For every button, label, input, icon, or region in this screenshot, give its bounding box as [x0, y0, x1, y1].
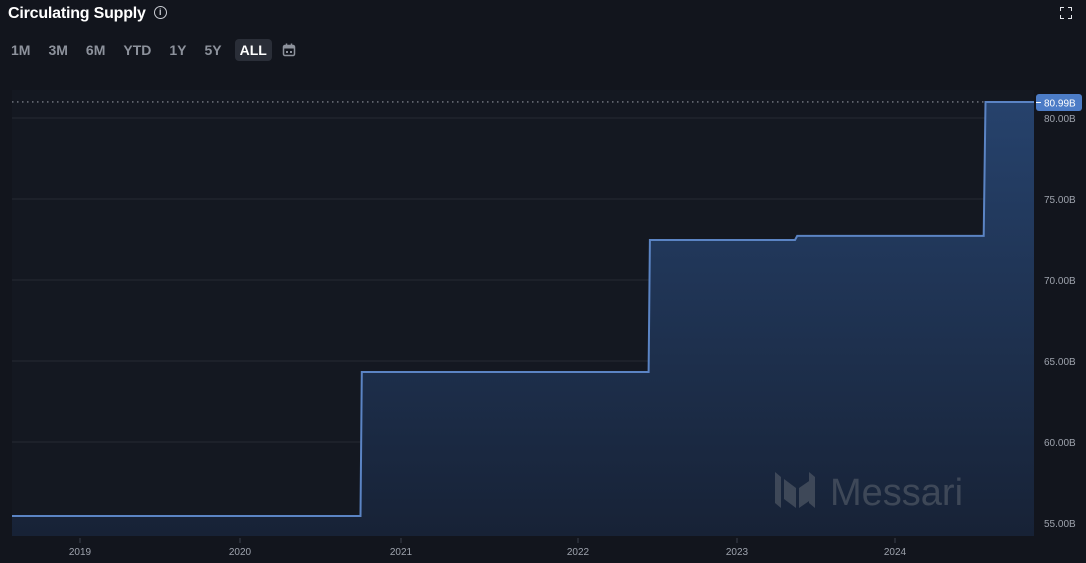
watermark-text: Messari	[830, 472, 963, 514]
x-tick-label: 2023	[726, 547, 749, 558]
y-tick-label: 55.00B	[1044, 519, 1076, 530]
y-tick-label: 60.00B	[1044, 438, 1076, 449]
y-tick-label: 65.00B	[1044, 357, 1076, 368]
x-tick-label: 2024	[884, 547, 907, 558]
last-value-label: 80.99B	[1044, 99, 1076, 110]
y-tick-label: 70.00B	[1044, 276, 1076, 287]
x-tick-label: 2019	[69, 547, 92, 558]
x-tick-label: 2020	[229, 547, 252, 558]
x-tick-label: 2021	[390, 547, 413, 558]
y-tick-label: 75.00B	[1044, 195, 1076, 206]
last-value-badge: 80.99B	[1036, 94, 1082, 111]
x-tick-label: 2022	[567, 547, 590, 558]
supply-chart[interactable]: Messari 55.00B 60.00B 65.00B 70.00B 75.00B 80…	[0, 0, 1086, 563]
y-tick-label: 80.00B	[1044, 114, 1076, 125]
